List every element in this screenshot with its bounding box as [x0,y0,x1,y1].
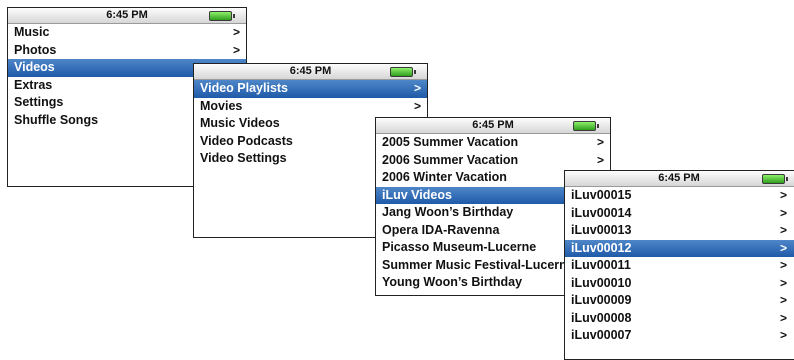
menu-item-label: iLuv00008 [571,310,632,325]
menu-item-label: Extras [14,77,53,92]
chevron-right-icon: > [779,223,787,237]
menu-item[interactable]: iLuv00008 > [565,310,794,328]
menu-item-label: iLuv00010 [571,275,632,290]
menu-item-label: Video Podcasts [200,133,293,148]
menu-item[interactable]: iLuv00011 > [565,257,794,275]
menu-item[interactable]: Movies > [194,98,427,116]
chevron-right-icon: > [779,205,787,220]
chevron-right-icon: > [779,275,787,290]
menu-item-label: 2006 Winter Vacation [382,170,507,184]
battery-icon [209,11,235,21]
chevron-right-icon: > [596,152,604,167]
chevron-right-icon: > [779,240,787,255]
battery-icon [390,67,416,77]
menu-item-label: iLuv00011 [571,258,631,272]
battery-icon [573,121,599,131]
menu-item-label: Picasso Museum-Lucerne [382,240,537,254]
menu-item-label: iLuv00015 [571,188,632,202]
menu-item-label: Movies [200,98,243,113]
menu-list: iLuv00015 > iLuv00014 > iLuv00013 > iLuv00012 >… [565,187,794,345]
chevron-right-icon: > [779,188,787,202]
menu-item-label: Jang Woon’s Birthday [382,205,514,219]
menu-item-label: iLuv Videos [382,187,452,202]
menu-item-label: Music Videos [200,116,280,130]
menu-item-label: Photos [14,42,57,57]
status-bar: 6:45 PM [565,171,794,187]
menu-item[interactable]: iLuv00013 > [565,222,794,240]
menu-item[interactable]: Photos > [8,42,246,60]
menu-item-label: 2006 Summer Vacation [382,152,519,167]
menu-item-label: 2005 Summer Vacation [382,135,519,149]
status-bar: 6:45 PM [8,8,246,24]
battery-icon [762,174,788,184]
menu-item[interactable]: iLuv00009 > [565,292,794,310]
chevron-right-icon: > [232,25,240,39]
menu-item-label: Videos [14,60,55,74]
menu-item-label: iLuv00009 [571,293,632,307]
clock-time: 6:45 PM [658,172,700,184]
chevron-right-icon: > [596,135,604,149]
menu-item-label: Shuffle Songs [14,112,99,127]
menu-item[interactable]: iLuv00015 > [565,187,794,205]
chevron-right-icon: > [779,258,787,272]
menu-item-label: Video Settings [200,151,287,165]
menu-item-label: Opera IDA-Ravenna [382,222,500,237]
menu-item-label: Settings [14,95,64,109]
chevron-right-icon: > [413,81,421,95]
menu-item-label: Summer Music Festival-Lucerne [382,257,574,272]
menu-item-label: Music [14,25,50,39]
menu-item-label: Young Woon’s Birthday [382,275,523,289]
menu-item[interactable]: 2005 Summer Vacation > [376,134,610,152]
chevron-right-icon: > [232,42,240,57]
menu-item-label: Video Playlists [200,81,289,95]
menu-item[interactable]: iLuv00010 > [565,275,794,293]
menu-item-label: iLuv00012 [571,240,632,255]
menu-item[interactable]: iLuv00014 > [565,205,794,223]
menu-item[interactable]: Music > [8,24,246,42]
chevron-right-icon: > [413,98,421,113]
status-bar: 6:45 PM [194,64,427,80]
menu-item-label: iLuv00007 [571,328,632,342]
menu-item[interactable]: iLuv00012 > [565,239,794,257]
status-bar: 6:45 PM [376,118,610,134]
menu-item[interactable]: 2006 Summer Vacation > [376,152,610,170]
menu-item-label: iLuv00013 [571,223,632,237]
menu-item[interactable]: Video Playlists > [194,80,427,98]
chevron-right-icon: > [779,310,787,325]
menu-item-label: iLuv00014 [571,205,632,220]
chevron-right-icon: > [779,293,787,307]
menu-screen-iluv-videos: 6:45 PM iLuv00015 > iLuv00014 > iLuv00013 > iL… [564,170,794,360]
